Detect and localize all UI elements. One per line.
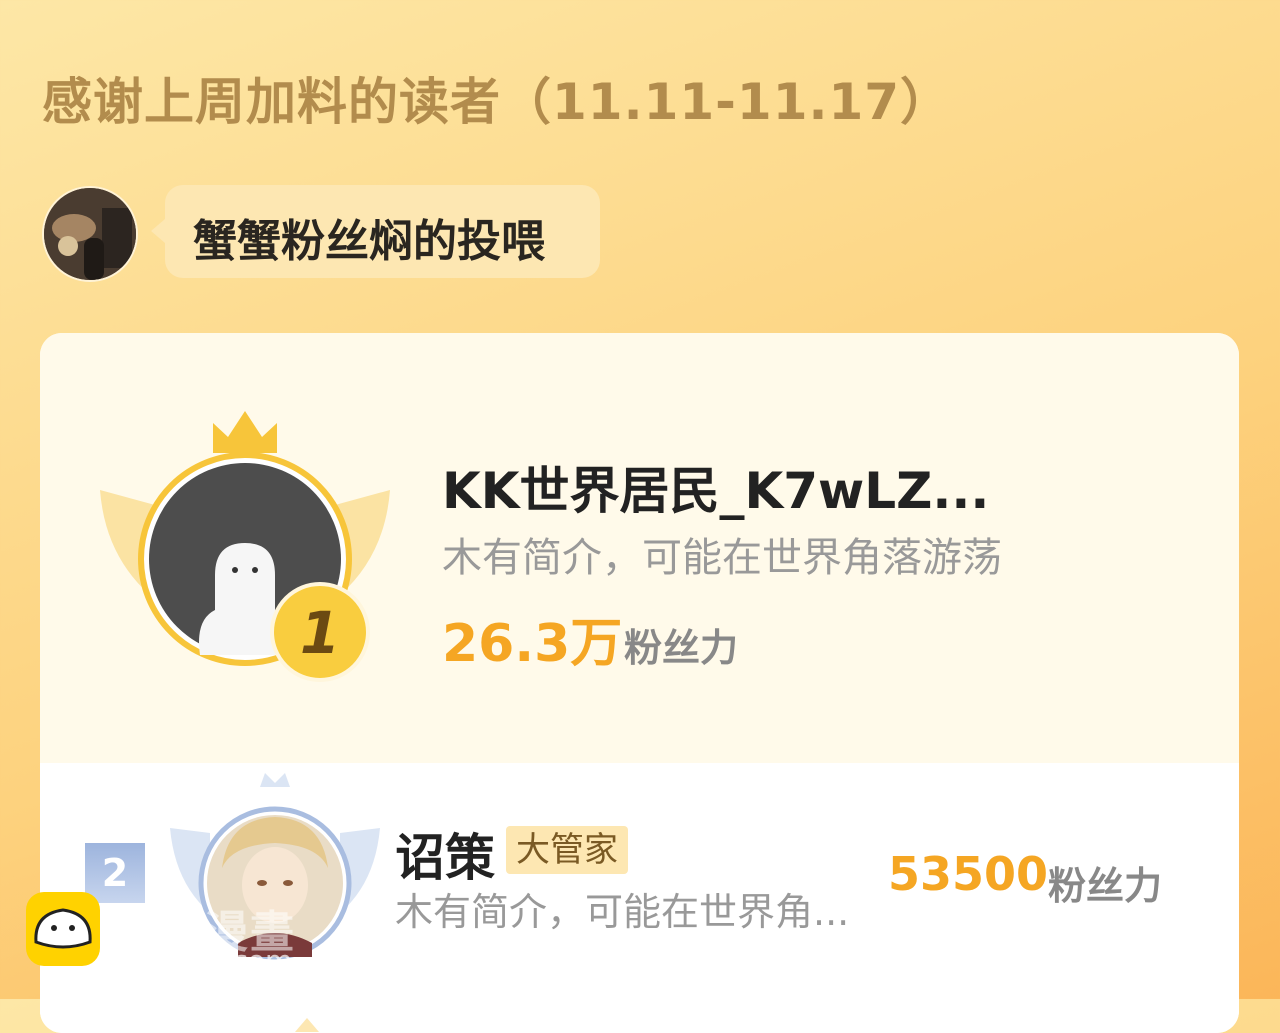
page-title: 感谢上周加料的读者（11.11-11.17） [42,73,952,131]
watermark-url: baozimh.com [104,944,293,977]
feeder-bubble: 蟹蟹粉丝焖的投喂 [151,185,600,278]
role-badge: 大管家 [506,826,628,874]
bun-logo-icon [26,892,100,966]
feeder-avatar-photo [44,188,136,280]
rank-second-name[interactable]: 诏策 [395,818,495,890]
rank-second-fans-label: 粉丝力 [1048,864,1163,908]
rank-first-bio: 木有简介，可能在世界角落游荡 [442,535,1002,581]
rank-number: 1 [300,599,340,667]
rank-first-entry[interactable]: 1 KK世界居民_K7wLZ... 木有简介，可能在世界角落游荡 26.3万 粉… [40,333,1239,763]
feeder-avatar[interactable] [42,186,138,282]
crown-icon [213,411,277,453]
rank-second-bio: 木有简介，可能在世界角... [395,890,850,934]
crown-icon [260,773,290,787]
rank-third-crown-icon [295,1018,319,1032]
rank-first-name[interactable]: KK世界居民_K7wLZ... [442,451,989,523]
rank-first-badge: 1 [100,411,390,682]
rank-first-fans-label: 粉丝力 [624,626,739,670]
rank-second-fans-value: 53500 [888,847,1049,901]
feeder-label: 蟹蟹粉丝焖的投喂 [193,216,545,267]
rank-first-fans-value: 26.3万 [442,614,623,674]
site-watermark: 包子漫畫 baozimh.com [26,892,346,982]
